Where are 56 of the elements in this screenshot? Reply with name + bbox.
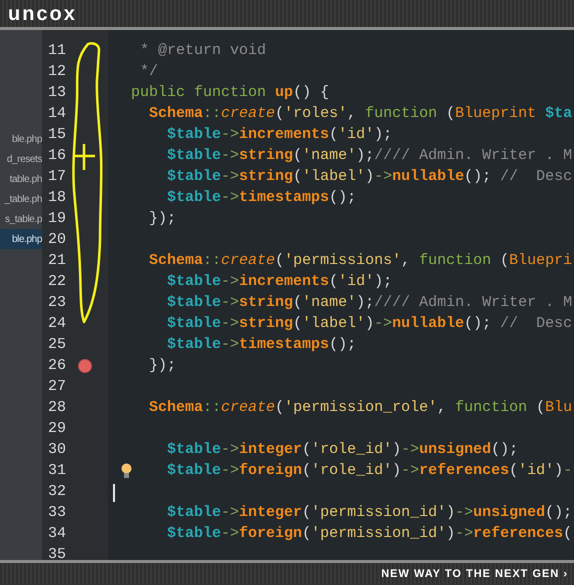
line-number: 29	[48, 421, 66, 436]
line-number: 13	[48, 85, 66, 100]
file-item[interactable]: table.ph	[0, 169, 42, 189]
line-number: 19	[48, 211, 66, 226]
text-cursor	[113, 484, 115, 502]
line-number: 33	[48, 505, 66, 520]
line-number: 18	[48, 190, 66, 205]
line-number: 28	[48, 400, 66, 415]
file-item[interactable]: s_table.p	[0, 209, 42, 229]
line-number: 26	[48, 358, 66, 373]
line-number: 11	[48, 43, 66, 58]
line-number: 23	[48, 295, 66, 310]
code-line: */	[140, 64, 158, 79]
line-number: 17	[48, 169, 66, 184]
code-line: $table->increments('id');	[167, 274, 392, 289]
line-number: 27	[48, 379, 66, 394]
code-line: Schema::create('permission_role', function (Blu	[149, 400, 572, 415]
file-item[interactable]: ble.php	[0, 229, 42, 249]
line-number: 31	[48, 463, 66, 478]
file-item[interactable]: d_resets	[0, 149, 42, 169]
site-logo[interactable]: uncox	[8, 2, 77, 24]
code-line: $table->string('label')->nullable(); // Desc	[167, 316, 572, 331]
code-line: $table->timestamps();	[167, 337, 356, 352]
line-number: 32	[48, 484, 66, 499]
code-line: $table->string('label')->nullable(); // Desc	[167, 169, 572, 184]
line-number: 35	[48, 547, 66, 560]
footer-link[interactable]: NEW WAY TO THE NEXT GEN ›	[381, 566, 568, 582]
line-number: 15	[48, 127, 66, 142]
code-line: $table->foreign('permission_id')->references(	[167, 526, 572, 541]
line-number: 14	[48, 106, 66, 121]
code-line: public function up() {	[131, 85, 330, 100]
line-number: 16	[48, 148, 66, 163]
code-line: $table->foreign('role_id')->references('id')-	[167, 463, 572, 478]
code-line: Schema::create('roles', function (Blueprint $ta	[149, 106, 572, 121]
line-number: 22	[48, 274, 66, 289]
line-number: 25	[48, 337, 66, 352]
lightbulb-icon[interactable]	[121, 463, 132, 479]
file-item[interactable]: ble.php	[0, 129, 42, 149]
code-line: $table->integer('role_id')->unsigned();	[167, 442, 518, 457]
line-number: 24	[48, 316, 66, 331]
code-line: $table->timestamps();	[167, 190, 356, 205]
line-number: 21	[48, 253, 66, 268]
line-number: 20	[48, 232, 66, 247]
line-number: 12	[48, 64, 66, 79]
code-line: });	[149, 358, 176, 373]
line-number: 30	[48, 442, 66, 457]
code-line: $table->string('name');//// Admin. Writer . M	[167, 148, 572, 163]
code-line: });	[149, 211, 176, 226]
line-number: 34	[48, 526, 66, 541]
code-line: $table->increments('id');	[167, 127, 392, 142]
code-line: $table->string('name');//// Admin. Writer . M	[167, 295, 572, 310]
file-item[interactable]: _table.ph	[0, 189, 42, 209]
breakpoint-icon[interactable]	[78, 359, 92, 373]
code-line: $table->integer('permission_id')->unsigned();	[167, 505, 572, 520]
code-line: Schema::create('permissions', function (Bluepri	[149, 253, 572, 268]
code-line: * @return void	[140, 43, 266, 58]
